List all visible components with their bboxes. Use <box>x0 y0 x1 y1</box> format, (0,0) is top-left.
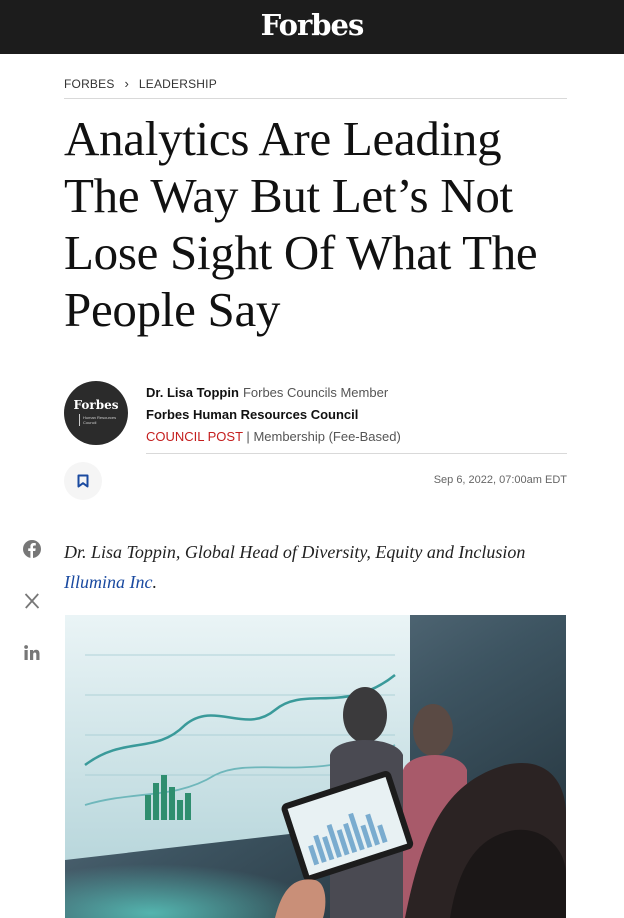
company-link[interactable]: Illumina Inc <box>64 572 152 592</box>
author-description-text: Dr. Lisa Toppin, Global Head of Diversit… <box>64 542 526 562</box>
forbes-logo[interactable]: Forbes <box>0 8 624 42</box>
divider <box>64 98 567 99</box>
x-icon <box>24 593 40 609</box>
share-facebook-button[interactable] <box>22 539 42 559</box>
avatar-subtitle: Human Resources Council <box>83 415 117 425</box>
byline-separator: | <box>246 429 250 444</box>
bookmark-icon <box>77 474 89 488</box>
facebook-icon <box>23 540 41 558</box>
avatar-divider <box>79 414 80 426</box>
bookmark-button[interactable] <box>64 462 102 500</box>
publish-date: Sep 6, 2022, 07:00am EDT <box>433 474 567 486</box>
share-linkedin-button[interactable] <box>22 643 42 663</box>
author-byline: Dr. Lisa Toppin Forbes Councils Member Fo… <box>146 382 401 448</box>
share-x-button[interactable] <box>22 591 42 611</box>
council-post-label[interactable]: COUNCIL POST <box>146 429 243 444</box>
top-nav-bar: Forbes <box>0 0 624 54</box>
author-name[interactable]: Dr. Lisa Toppin <box>146 385 239 400</box>
breadcrumb-forbes[interactable]: FORBES <box>64 77 115 91</box>
author-council[interactable]: Forbes Human Resources Council <box>146 407 358 422</box>
chevron-right-icon: › <box>124 76 129 91</box>
breadcrumb-leadership[interactable]: LEADERSHIP <box>139 77 217 91</box>
author-description-period: . <box>152 572 157 592</box>
author-role: Forbes Councils Member <box>242 385 389 400</box>
author-description: Dr. Lisa Toppin, Global Head of Diversit… <box>64 537 544 597</box>
breadcrumb: FORBES › LEADERSHIP <box>64 76 217 91</box>
avatar[interactable]: Forbes Human Resources Council <box>64 381 128 445</box>
divider <box>146 453 567 454</box>
avatar-logo: Forbes <box>73 398 119 412</box>
hero-image <box>65 615 566 918</box>
linkedin-icon <box>24 645 40 660</box>
article-headline: Analytics Are Leading The Way But Let’s … <box>64 111 538 337</box>
membership-label: Membership (Fee-Based) <box>253 429 401 444</box>
